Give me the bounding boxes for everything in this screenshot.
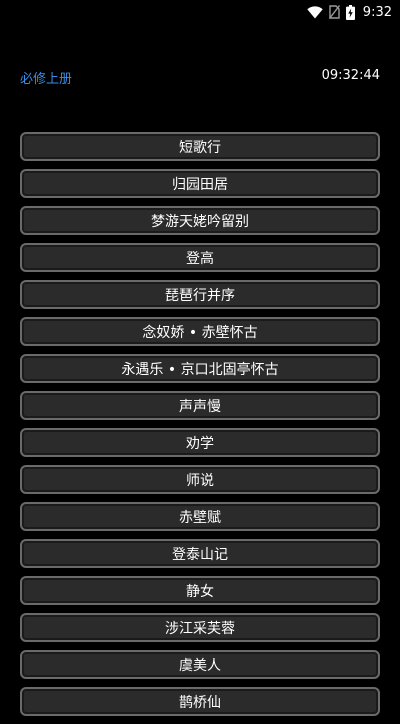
- status-bar: 9:32: [0, 0, 400, 24]
- poem-item[interactable]: 师说: [20, 465, 380, 494]
- no-sim-icon: [328, 5, 340, 19]
- poem-item[interactable]: 声声慢: [20, 391, 380, 420]
- poem-title: 声声慢: [179, 398, 221, 415]
- battery-charging-icon: [345, 4, 355, 20]
- poem-title: 涉江采芙蓉: [165, 620, 235, 637]
- poem-title: 师说: [186, 472, 214, 489]
- poem-title: 琵琶行并序: [165, 287, 235, 304]
- clock: 09:32:44: [321, 68, 380, 83]
- header: 必修上册 09:32:44: [0, 62, 400, 92]
- poem-title: 赤壁赋: [179, 509, 221, 526]
- poem-item[interactable]: 短歌行: [20, 132, 380, 161]
- book-title[interactable]: 必修上册: [20, 68, 72, 87]
- poem-item[interactable]: 念奴娇 • 赤壁怀古: [20, 317, 380, 346]
- poem-title: 虞美人: [179, 657, 221, 674]
- status-time: 9:32: [362, 4, 392, 20]
- poem-item[interactable]: 琵琶行并序: [20, 280, 380, 309]
- poem-item[interactable]: 赤壁赋: [20, 502, 380, 531]
- poem-title: 永遇乐 • 京口北固亭怀古: [121, 361, 279, 378]
- poem-item[interactable]: 静女: [20, 576, 380, 605]
- poem-item[interactable]: 劝学: [20, 428, 380, 457]
- poem-title: 短歌行: [179, 139, 221, 156]
- poem-item[interactable]: 登泰山记: [20, 539, 380, 568]
- poem-title: 登高: [186, 250, 214, 267]
- poem-title: 登泰山记: [172, 546, 228, 563]
- poem-item[interactable]: 涉江采芙蓉: [20, 613, 380, 642]
- poem-item[interactable]: 永遇乐 • 京口北固亭怀古: [20, 354, 380, 383]
- poem-item[interactable]: 虞美人: [20, 650, 380, 679]
- poem-title: 劝学: [186, 435, 214, 452]
- poem-title: 归园田居: [172, 176, 228, 193]
- poem-list: 短歌行 归园田居 梦游天姥吟留别 登高 琵琶行并序 念奴娇 • 赤壁怀古 永遇乐…: [20, 132, 380, 724]
- wifi-icon: [307, 5, 323, 19]
- poem-item[interactable]: 归园田居: [20, 169, 380, 198]
- poem-title: 静女: [186, 583, 214, 600]
- poem-title: 梦游天姥吟留别: [151, 213, 249, 230]
- poem-item[interactable]: 登高: [20, 243, 380, 272]
- status-icons: 9:32: [307, 3, 392, 21]
- poem-title: 鹊桥仙: [179, 694, 221, 711]
- poem-item[interactable]: 梦游天姥吟留别: [20, 206, 380, 235]
- poem-title: 念奴娇 • 赤壁怀古: [142, 324, 258, 341]
